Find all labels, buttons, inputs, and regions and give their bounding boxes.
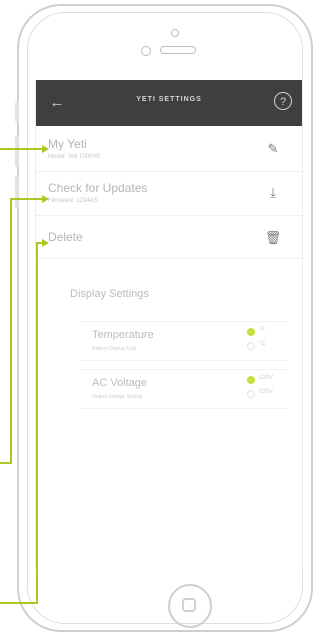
annotation-line-delete-bottom [0, 602, 38, 604]
download-icon[interactable]: ⤓ [264, 184, 282, 202]
temperature-option-f[interactable]: °F [247, 326, 291, 338]
row-my-yeti[interactable]: My Yeti Model: Yeti 1000HE ✎ [36, 129, 302, 172]
pencil-edit-icon[interactable]: ✎ [264, 140, 282, 158]
option-label: °F [259, 327, 266, 333]
back-arrow-icon[interactable]: ← [48, 94, 66, 112]
volume-up-button [15, 135, 19, 167]
annotation-arrow-delete [42, 239, 49, 247]
row-subtitle: Firmware: 1234AS [48, 198, 98, 204]
ac-voltage-subtitle: Output Voltage Setting [92, 394, 143, 400]
annotation-line-updates-bottom [0, 462, 12, 464]
volume-down-button [15, 176, 19, 208]
stage: ← YETI SETTINGS ? My Yeti Model: Yeti 10… [0, 0, 324, 641]
option-label: 230V [259, 389, 274, 395]
annotation-arrow-my-yeti [42, 145, 49, 153]
help-icon[interactable]: ? [274, 92, 292, 110]
ac-voltage-setting: AC Voltage Output Voltage Setting 120V 2… [82, 369, 288, 409]
annotation-line-updates-top [10, 198, 44, 200]
voltage-option-230[interactable]: 230V [247, 388, 291, 400]
row-title: My Yeti [48, 137, 87, 151]
front-sensor-icon [171, 29, 179, 37]
mute-switch [15, 102, 19, 122]
app-screen: ← YETI SETTINGS ? My Yeti Model: Yeti 10… [35, 80, 303, 570]
home-button[interactable] [168, 584, 212, 628]
temperature-option-c[interactable]: °C [247, 340, 291, 352]
top-bar: ← YETI SETTINGS ? [36, 80, 302, 126]
annotation-line-updates-vertical [10, 198, 12, 464]
earpiece-speaker [160, 46, 196, 54]
radio-selected[interactable] [247, 328, 255, 336]
option-label: °C [259, 341, 266, 347]
annotation-arrow-updates [42, 195, 49, 203]
display-settings-title: Display Settings [70, 288, 149, 300]
page-title: YETI SETTINGS [136, 96, 202, 103]
ac-voltage-title: AC Voltage [92, 377, 148, 389]
front-camera-icon [141, 46, 151, 56]
temperature-subtitle: Battery Display Unit [92, 346, 136, 352]
option-label: 120V [259, 375, 274, 381]
temperature-title: Temperature [92, 329, 154, 341]
radio-selected[interactable] [247, 376, 255, 384]
row-delete[interactable]: Delete 🗑 [36, 220, 302, 259]
trash-icon[interactable]: 🗑 [264, 229, 282, 247]
annotation-line-my-yeti [0, 148, 44, 150]
row-title: Check for Updates [48, 181, 148, 195]
temperature-setting: Temperature Battery Display Unit °F °C [82, 321, 288, 361]
row-subtitle: Model: Yeti 1000HE [48, 154, 101, 160]
radio-unselected[interactable] [247, 342, 255, 350]
voltage-option-120[interactable]: 120V [247, 374, 291, 386]
annotation-line-delete-vertical [36, 242, 38, 604]
radio-unselected[interactable] [247, 390, 255, 398]
home-square-icon [182, 598, 196, 612]
row-check-for-updates[interactable]: Check for Updates Firmware: 1234AS ⤓ [36, 173, 302, 216]
row-title: Delete [48, 230, 83, 244]
